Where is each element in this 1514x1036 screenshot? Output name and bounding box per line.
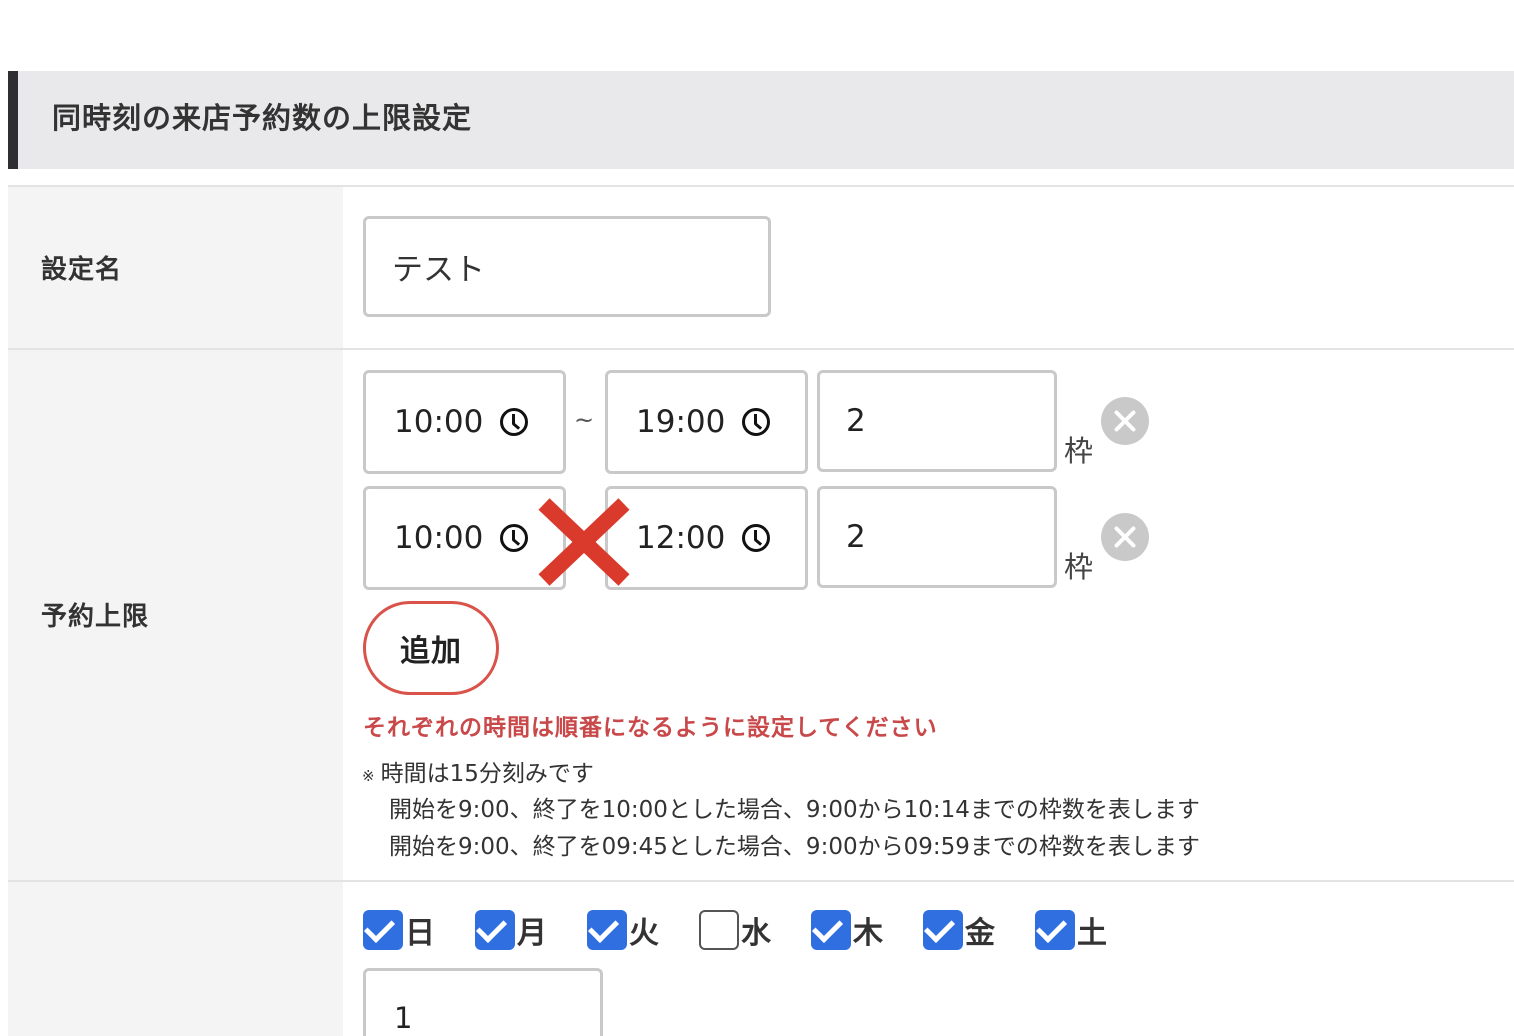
time-separator: ~ <box>574 406 595 434</box>
setting-name-input[interactable]: テスト <box>363 216 771 317</box>
remove-row-icon[interactable] <box>1101 397 1149 445</box>
start-time-value: 10:00 <box>394 520 484 556</box>
weekday-checkbox-wed[interactable]: 水 <box>699 908 771 952</box>
weekday-checkbox-mon[interactable]: 月 <box>475 908 547 952</box>
checkbox-checked-icon[interactable] <box>363 910 403 950</box>
note-text: 時間は15分刻みです <box>380 761 594 787</box>
add-button[interactable]: 追加 <box>363 601 499 695</box>
slot-count-input[interactable]: 2 <box>817 486 1057 588</box>
weekday-label: 金 <box>965 916 995 951</box>
clock-icon[interactable] <box>500 524 528 552</box>
slot-unit: 枠 <box>1064 434 1094 468</box>
weekday-count-input[interactable]: 1 <box>363 968 603 1036</box>
row-weekdays <box>8 880 1514 1036</box>
start-time-value: 10:00 <box>394 404 484 440</box>
weekday-checkbox-thu[interactable]: 木 <box>811 908 883 952</box>
weekday-label: 火 <box>629 916 659 951</box>
weekday-checkbox-sun[interactable]: 日 <box>363 908 435 952</box>
weekday-label: 月 <box>517 916 547 951</box>
error-cross-icon <box>538 498 630 586</box>
checkbox-checked-icon[interactable] <box>475 910 515 950</box>
checkbox-checked-icon[interactable] <box>811 910 851 950</box>
remove-row-icon[interactable] <box>1101 513 1149 561</box>
end-time-input[interactable]: 12:00 <box>605 486 808 590</box>
weekday-label: 木 <box>853 916 883 951</box>
slot-unit: 枠 <box>1064 550 1094 584</box>
clock-icon[interactable] <box>500 408 528 436</box>
end-time-input[interactable]: 19:00 <box>605 370 808 474</box>
section-header: 同時刻の来店予約数の上限設定 <box>8 71 1514 169</box>
checkbox-checked-icon[interactable] <box>587 910 627 950</box>
checkbox-unchecked-icon[interactable] <box>699 910 739 950</box>
setting-name-label: 設定名 <box>41 255 123 285</box>
end-time-value: 12:00 <box>636 520 726 556</box>
end-time-value: 19:00 <box>636 404 726 440</box>
weekday-checkbox-tue[interactable]: 火 <box>587 908 659 952</box>
start-time-input[interactable]: 10:00 <box>363 370 566 474</box>
slot-count-input[interactable]: 2 <box>817 370 1057 472</box>
note-mark: ※ <box>362 767 375 785</box>
weekday-label: 日 <box>405 916 435 951</box>
checkbox-checked-icon[interactable] <box>1035 910 1075 950</box>
clock-icon[interactable] <box>742 524 770 552</box>
section-title: 同時刻の来店予約数の上限設定 <box>52 101 473 135</box>
weekday-label: 土 <box>1077 916 1107 951</box>
weekday-label: 水 <box>741 916 771 951</box>
weekday-checkbox-sat[interactable]: 土 <box>1035 908 1107 952</box>
checkbox-checked-icon[interactable] <box>923 910 963 950</box>
note-line: ※ 時間は15分刻みです <box>362 754 594 788</box>
note-line: 開始を9:00、終了を09:45とした場合、9:00から09:59までの枠数を表… <box>389 834 1200 860</box>
reservation-limit-label: 予約上限 <box>41 602 150 632</box>
weekday-checkbox-fri[interactable]: 金 <box>923 908 995 952</box>
note-line: 開始を9:00、終了を10:00とした場合、9:00から10:14までの枠数を表… <box>389 797 1200 823</box>
clock-icon[interactable] <box>742 408 770 436</box>
error-message: それぞれの時間は順番になるように設定してください <box>363 715 938 741</box>
